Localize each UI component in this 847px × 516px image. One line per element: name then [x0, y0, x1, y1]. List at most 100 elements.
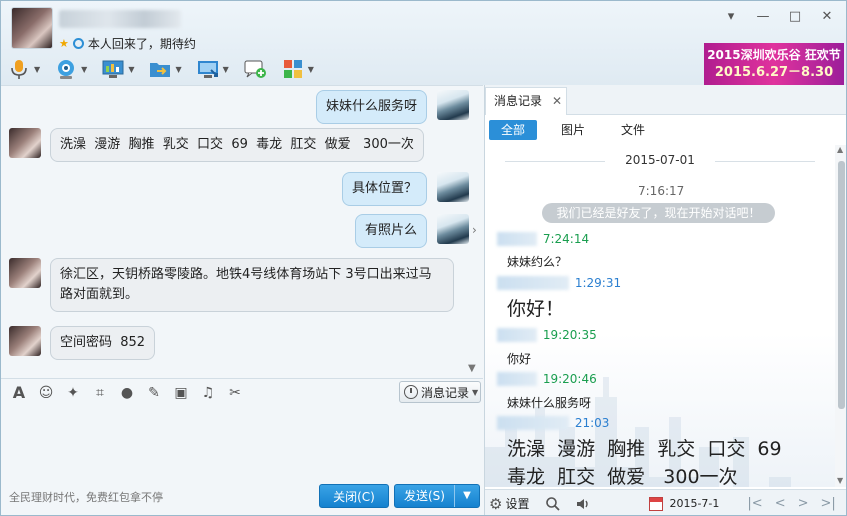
log-sender: 19:20:46 [497, 371, 597, 386]
ad-banner[interactable]: 2015深圳欢乐谷 狂欢节 2015.6.27－8.30 [704, 43, 844, 85]
apps-button[interactable]: ▼ [281, 58, 314, 80]
menu-dropdown-icon[interactable]: ▾ [720, 9, 742, 25]
message-bubble: 洗澡 漫游 胸推 乳交 口交 69 毒龙 肛交 做爱 300一次 [50, 128, 424, 162]
collapse-panel-icon[interactable]: › [472, 223, 484, 237]
chevron-down-icon[interactable]: ▼ [81, 65, 87, 74]
sender-name-redacted [497, 327, 537, 342]
font-icon[interactable]: A [9, 383, 29, 402]
image-icon[interactable]: ▣ [171, 384, 191, 402]
screenshot-scissors-icon[interactable]: ✂ [225, 384, 245, 402]
contact-avatar[interactable] [11, 7, 53, 49]
message-outgoing: 妹妹什么服务呀 [315, 90, 469, 124]
my-avatar[interactable] [437, 214, 469, 244]
contact-avatar-small[interactable] [9, 128, 41, 158]
edit-icon[interactable]: ✎ [144, 384, 164, 402]
last-page-icon[interactable]: >| [821, 496, 836, 511]
remote-desktop-icon [197, 61, 218, 78]
close-button[interactable]: 关闭(C) [319, 484, 389, 508]
my-avatar[interactable] [437, 90, 469, 120]
send-button[interactable]: 发送(S) ▼ [394, 484, 480, 508]
gear-icon[interactable]: ⚙ [489, 495, 502, 513]
emoji-icon[interactable]: ☺ [36, 384, 56, 402]
scroll-down-icon[interactable]: ▼ [837, 476, 843, 485]
chevron-down-icon[interactable]: ▼ [128, 65, 134, 74]
send-label[interactable]: 发送(S) [395, 485, 455, 507]
contact-avatar-small[interactable] [9, 258, 41, 288]
next-page-icon[interactable]: > [798, 496, 809, 511]
chat-toolbar: ▼ ▼ ▼ ▼ ▼ ▼ [7, 56, 328, 82]
log-time: 21:03 [574, 415, 610, 430]
window-controls: ▾ — □ ✕ [720, 9, 838, 25]
apps-grid-icon [283, 60, 302, 78]
scroll-up-icon[interactable]: ▲ [837, 145, 843, 154]
minimize-icon[interactable]: — [752, 9, 774, 25]
calendar-icon[interactable] [649, 496, 664, 511]
scroll-to-bottom-icon[interactable]: ▼ [468, 363, 476, 374]
log-time: 19:20:46 [542, 371, 597, 386]
promo-link[interactable]: 全民理财时代，免费红包拿不停 [9, 489, 163, 505]
filter-files[interactable]: 文件 [609, 120, 657, 140]
log-message: 妹妹什么服务呀 [507, 396, 592, 410]
contact-avatar-small[interactable] [9, 326, 41, 356]
ad-dates: 2015.6.27－8.30 [714, 65, 834, 80]
screenshot-frame-icon[interactable]: ⌗ [90, 384, 110, 402]
settings-link[interactable]: 设置 [505, 495, 529, 512]
nudge-icon[interactable]: ✦ [63, 384, 83, 402]
log-message: 妹妹约么？ [507, 255, 568, 269]
history-footer: ⚙ 设置 2015-7-1 |< < > >| [485, 489, 846, 515]
history-log[interactable]: 2015-07-01 7:16:17 我们已经是好友了，现在开始对话吧！ 7:2… [485, 145, 835, 487]
history-tabbar: 消息记录 ✕ [485, 85, 846, 115]
log-time: 7:24:14 [542, 231, 590, 246]
ad-title: 2015深圳欢乐谷 狂欢节 [707, 48, 841, 62]
first-page-icon[interactable]: |< [747, 496, 762, 511]
message-input[interactable] [1, 406, 483, 481]
log-message: 洗澡 漫游 胸推 乳交 口交 69 [507, 438, 782, 460]
filter-images[interactable]: 图片 [549, 120, 597, 140]
my-avatar[interactable] [437, 172, 469, 202]
chevron-down-icon[interactable]: ▼ [34, 65, 40, 74]
scrollbar-thumb[interactable] [838, 161, 845, 409]
filter-all[interactable]: 全部 [489, 120, 538, 140]
music-icon[interactable]: ♫ [198, 384, 218, 402]
send-file-button[interactable]: ▼ [148, 58, 182, 80]
log-message: 你好 [507, 352, 532, 366]
message-outgoing: 有照片么 [354, 214, 469, 248]
voice-message-icon[interactable]: ● [117, 384, 137, 402]
prev-page-icon[interactable]: < [775, 496, 786, 511]
video-call-button[interactable]: ▼ [54, 58, 87, 80]
qzone-icon[interactable] [72, 37, 84, 49]
remote-desktop-button[interactable]: ▼ [196, 58, 229, 80]
tab-message-history[interactable]: 消息记录 ✕ [485, 87, 567, 115]
contact-signature: 本人回来了，期待约 [87, 36, 196, 51]
log-sender: 19:20:35 [497, 327, 597, 342]
message-area[interactable]: 妹妹什么服务呀 洗澡 漫游 胸推 乳交 口交 69 毒龙 肛交 做爱 300一次… [1, 85, 483, 377]
chevron-down-icon[interactable]: ▼ [308, 65, 314, 74]
message-history-button[interactable]: 消息记录 ▼ [399, 381, 481, 403]
message-outgoing: 具体位置？ [341, 172, 469, 206]
maximize-icon[interactable]: □ [784, 9, 806, 25]
signature-row: ★ 本人回来了，期待约 [59, 35, 196, 51]
send-options-dropdown[interactable]: ▼ [455, 485, 479, 507]
microphone-icon [11, 60, 27, 79]
message-incoming: 洗澡 漫游 胸推 乳交 口交 69 毒龙 肛交 做爱 300一次 [9, 128, 424, 162]
chevron-down-icon[interactable]: ▼ [223, 65, 229, 74]
star-icon: ★ [59, 36, 69, 50]
history-scrollbar[interactable]: ▲ ▼ [835, 145, 846, 487]
speaker-icon[interactable] [575, 496, 591, 512]
close-icon[interactable]: ✕ [816, 9, 838, 25]
chat-window: ★ 本人回来了，期待约 ▾ — □ ✕ ▼ ▼ ▼ ▼ ▼ ▼ 2015深圳欢乐… [0, 0, 847, 516]
screen-share-button[interactable]: ▼ [101, 58, 134, 80]
date-separator: 2015-07-01 [505, 153, 815, 167]
close-icon[interactable]: ✕ [552, 88, 562, 114]
send-sms-button[interactable] [243, 58, 267, 80]
message-bubble: 空间密码 852 [50, 326, 156, 360]
log-sender: 21:03 [497, 415, 609, 430]
voice-call-button[interactable]: ▼ [7, 58, 40, 80]
chevron-down-icon[interactable]: ▼ [175, 65, 181, 74]
history-date[interactable]: 2015-7-1 [669, 497, 719, 510]
search-icon[interactable] [545, 496, 561, 512]
log-message: 你好！ [507, 298, 565, 320]
message-bubble: 具体位置？ [341, 172, 427, 206]
system-message: 我们已经是好友了，现在开始对话吧！ [542, 203, 775, 223]
input-footer: 全民理财时代，免费红包拿不停 关闭(C) 发送(S) ▼ [1, 481, 483, 515]
